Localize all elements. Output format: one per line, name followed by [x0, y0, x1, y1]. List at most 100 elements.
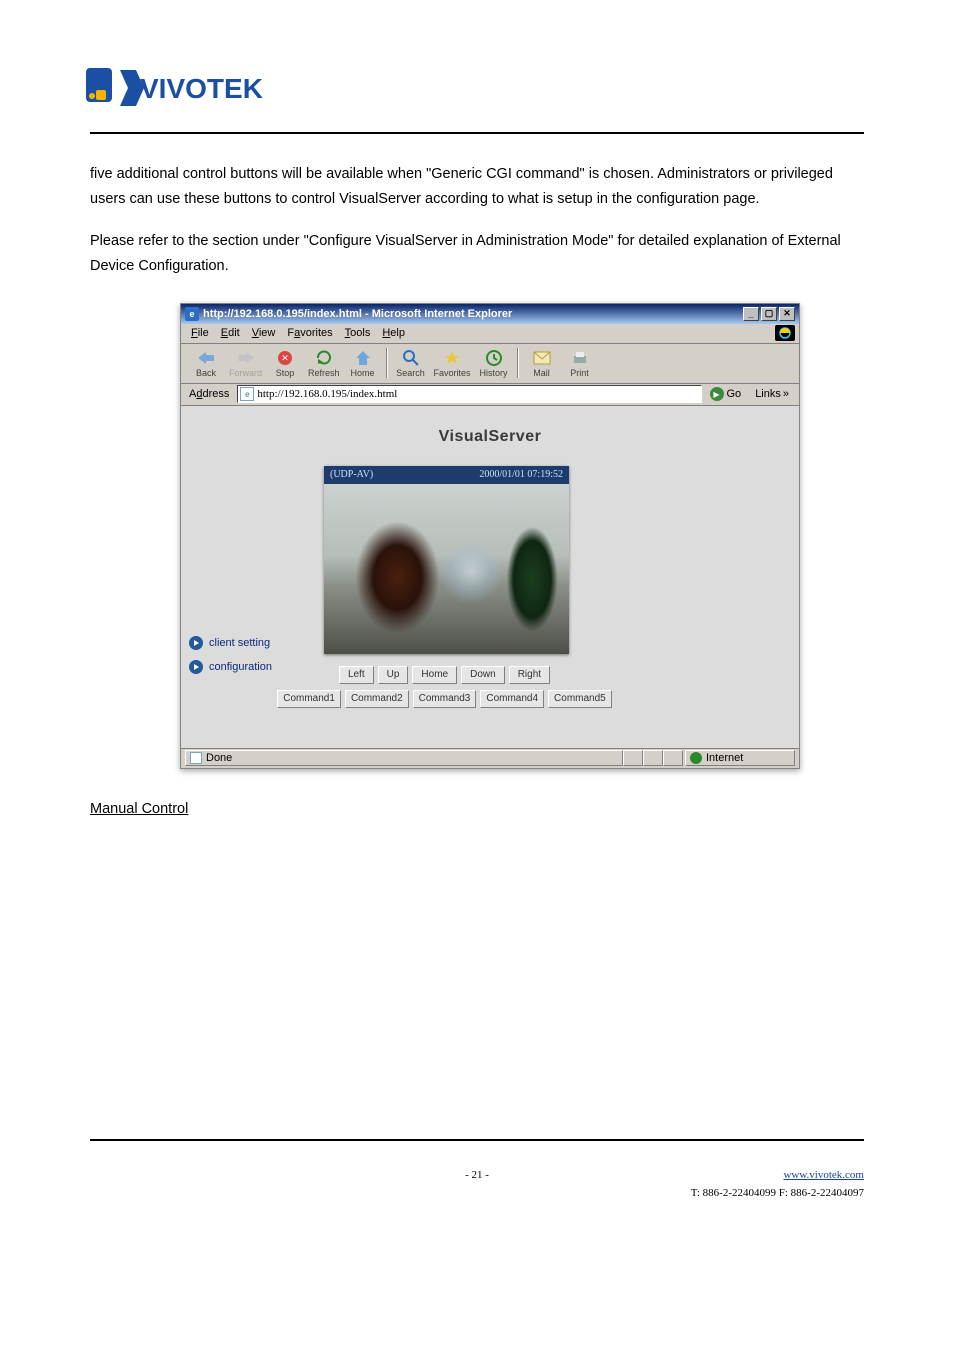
window-titlebar: e http://192.168.0.195/index.html - Micr…: [181, 304, 799, 324]
menu-tools[interactable]: Tools: [339, 325, 377, 341]
go-button[interactable]: ▶ Go: [706, 387, 746, 401]
internet-zone-icon: [690, 752, 702, 764]
status-cell-2: [643, 750, 663, 766]
footer-rule: [90, 1139, 864, 1141]
toolbar-stop-label: Stop: [276, 369, 295, 378]
command2-button[interactable]: Command2: [345, 690, 409, 708]
status-main: Done: [185, 750, 623, 766]
menu-favorites[interactable]: Favorites: [281, 325, 338, 341]
command3-button[interactable]: Command3: [413, 690, 477, 708]
toolbar-refresh-label: Refresh: [308, 369, 340, 378]
visualserver-title: VisualServer: [181, 406, 799, 456]
body-paragraph-1: five additional control buttons will be …: [90, 162, 864, 211]
status-bar: Done Internet: [181, 748, 799, 768]
go-icon: ▶: [710, 387, 724, 401]
menu-fav-label: vorites: [300, 327, 332, 339]
menu-view[interactable]: View: [246, 325, 282, 341]
para1b: "Generic CGI command": [426, 166, 585, 182]
back-icon: [195, 348, 217, 368]
embedded-screenshot: e http://192.168.0.195/index.html - Micr…: [180, 303, 864, 769]
direction-row: Left Up Home Down Right: [339, 666, 550, 684]
minimize-button[interactable]: _: [743, 307, 759, 321]
toolbar-separator-2: [517, 348, 519, 378]
address-bar: Address e ▶ Go Links »: [181, 384, 799, 406]
toolbar-stop[interactable]: ✕ Stop: [266, 347, 304, 379]
window-title: http://192.168.0.195/index.html - Micros…: [203, 308, 512, 320]
command4-button[interactable]: Command4: [480, 690, 544, 708]
maximize-button[interactable]: ▢: [761, 307, 777, 321]
go-label: Go: [727, 388, 742, 400]
para2b: "Configure VisualServer in Administratio…: [304, 233, 614, 249]
menu-help[interactable]: Help: [376, 325, 411, 341]
menubar: File Edit View Favorites Tools Help: [181, 324, 799, 344]
print-icon: [569, 348, 591, 368]
address-label: Address: [185, 388, 233, 400]
toolbar-mail-label: Mail: [533, 369, 550, 378]
sidebar-label-config: configuration: [209, 661, 272, 673]
status-done-label: Done: [206, 752, 232, 764]
mail-icon: [531, 348, 553, 368]
toolbar-fav-label: Favorites: [434, 369, 471, 378]
body-paragraph-2: Please refer to the section under "Confi…: [90, 229, 864, 278]
links-button[interactable]: Links »: [749, 388, 795, 400]
sidebar-item-client-setting[interactable]: client setting: [189, 636, 272, 650]
menu-file[interactable]: File: [185, 325, 215, 341]
stop-icon: ✕: [274, 348, 296, 368]
arrow-right-icon: [189, 660, 203, 674]
menu-help-label: elp: [390, 327, 405, 339]
toolbar: Back Forward ✕ Stop Refresh Home: [181, 344, 799, 384]
dir-up-button[interactable]: Up: [378, 666, 409, 684]
page-icon: e: [240, 387, 254, 401]
toolbar-history[interactable]: History: [475, 347, 513, 379]
status-cell-1: [623, 750, 643, 766]
video-frame: (UDP-AV) 2000/01/01 07:19:52: [324, 466, 569, 654]
dir-right-button[interactable]: Right: [509, 666, 550, 684]
menu-tools-label: ools: [350, 327, 370, 339]
toolbar-favorites[interactable]: Favorites: [430, 347, 475, 379]
dir-left-button[interactable]: Left: [339, 666, 374, 684]
toolbar-separator: [386, 348, 388, 378]
toolbar-print-label: Print: [570, 369, 589, 378]
dir-down-button[interactable]: Down: [461, 666, 505, 684]
status-cell-3: [663, 750, 683, 766]
sidebar-label-client: client setting: [209, 637, 270, 649]
toolbar-mail[interactable]: Mail: [523, 347, 561, 379]
page-number: - 21 -: [465, 1169, 489, 1181]
arrow-right-icon: [189, 636, 203, 650]
search-icon: [400, 348, 422, 368]
close-button[interactable]: ✕: [779, 307, 795, 321]
manual-control-link[interactable]: Manual Control: [90, 801, 188, 817]
menu-edit[interactable]: Edit: [215, 325, 246, 341]
toolbar-forward: Forward: [225, 347, 266, 379]
toolbar-search[interactable]: Search: [392, 347, 430, 379]
toolbar-print[interactable]: Print: [561, 347, 599, 379]
toolbar-back[interactable]: Back: [187, 347, 225, 379]
home-icon: [352, 348, 374, 368]
vivotek-logo: VIVOTEK: [86, 64, 864, 112]
chevron-right-icon: »: [783, 388, 789, 400]
footer-tel: T: 886-2-22404099 F: 886-2-22404097: [691, 1187, 864, 1199]
status-network-label: Internet: [706, 752, 743, 764]
toolbar-home[interactable]: Home: [344, 347, 382, 379]
toolbar-forward-label: Forward: [229, 369, 262, 378]
forward-icon: [235, 348, 257, 368]
menu-file-label: ile: [198, 327, 209, 339]
footer-site-link[interactable]: www.vivotek.com: [783, 1169, 864, 1181]
command5-button[interactable]: Command5: [548, 690, 612, 708]
sidebar-item-configuration[interactable]: configuration: [189, 660, 272, 674]
ie-throbber-icon: [775, 325, 795, 341]
address-input-wrap[interactable]: e: [237, 385, 701, 403]
toolbar-history-label: History: [480, 369, 508, 378]
toolbar-refresh[interactable]: Refresh: [304, 347, 344, 379]
video-image: [324, 484, 569, 654]
dir-home-button[interactable]: Home: [412, 666, 457, 684]
favorites-icon: [441, 348, 463, 368]
menu-view-label: iew: [259, 327, 276, 339]
toolbar-search-label: Search: [396, 369, 425, 378]
command1-button[interactable]: Command1: [277, 690, 341, 708]
para1a: five additional control buttons will be …: [90, 166, 426, 182]
page-footer: - 21 - www.vivotek.com T: 886-2-22404099…: [90, 1169, 864, 1181]
status-network: Internet: [685, 750, 795, 766]
address-input[interactable]: [257, 388, 698, 400]
video-overlay-right: 2000/01/01 07:19:52: [479, 469, 563, 480]
